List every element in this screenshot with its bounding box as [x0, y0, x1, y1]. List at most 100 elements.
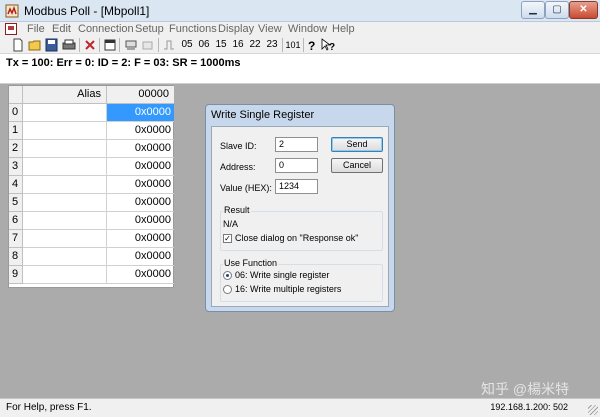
function-06-label: 06: Write single register — [235, 270, 330, 280]
minimize-button[interactable]: ▁ — [521, 1, 545, 19]
slave-id-field[interactable]: 2 — [275, 137, 318, 152]
value-cell[interactable]: 0x0000 — [107, 158, 174, 176]
menu-view[interactable]: View — [258, 23, 282, 35]
alias-cell[interactable] — [23, 266, 107, 284]
table-row: 8 0x0000 — [9, 248, 174, 266]
toolbar: 05 06 15 16 22 23 101 ? ? — [0, 37, 600, 54]
address-label: Address: — [220, 162, 256, 172]
alias-cell[interactable] — [23, 122, 107, 140]
function-15-button[interactable]: 15 — [214, 38, 228, 52]
table-row: 5 0x0000 — [9, 194, 174, 212]
result-group-title: Result — [223, 205, 251, 215]
window-icon[interactable] — [104, 38, 116, 52]
table-row: 0 0x0000 — [9, 104, 174, 122]
menu-bar: File Edit Connection Setup Functions Dis… — [0, 22, 600, 37]
row-number: 8 — [9, 248, 23, 266]
send-button[interactable]: Send — [331, 137, 383, 152]
close-icon: ✕ — [579, 4, 588, 15]
close-dialog-checkbox[interactable]: ✓ — [223, 234, 232, 243]
row-number: 2 — [9, 140, 23, 158]
save-icon[interactable] — [45, 38, 58, 52]
menu-display[interactable]: Display — [218, 23, 254, 35]
alias-cell[interactable] — [23, 104, 107, 122]
svg-text:?: ? — [329, 42, 335, 52]
register-table: Alias 00000 0 0x0000 1 0x0000 2 0x0000 3… — [8, 85, 174, 288]
modbus-poll-app-icon — [5, 4, 19, 18]
context-help-icon[interactable]: ? — [321, 38, 335, 52]
value-cell[interactable]: 0x0000 — [107, 266, 174, 284]
value-cell[interactable]: 0x0000 — [107, 140, 174, 158]
poll-status-text: Tx = 100: Err = 0: ID = 2: F = 03: SR = … — [6, 57, 241, 69]
checkmark-icon: ✓ — [224, 234, 231, 243]
alias-cell[interactable] — [23, 140, 107, 158]
new-document-icon[interactable] — [12, 38, 24, 52]
function-16-radio[interactable] — [223, 285, 232, 294]
function-23-button[interactable]: 23 — [265, 38, 279, 52]
menu-help[interactable]: Help — [332, 23, 355, 35]
help-icon[interactable]: ? — [307, 38, 317, 52]
menu-edit[interactable]: Edit — [52, 23, 71, 35]
value-cell[interactable]: 0x0000 — [107, 176, 174, 194]
watermark: 知乎 @楊米特 — [481, 381, 570, 397]
function-16-label: 16: Write multiple registers — [235, 284, 342, 294]
value-cell[interactable]: 0x0000 — [107, 194, 174, 212]
row-number: 9 — [9, 266, 23, 284]
use-function-group-title: Use Function — [223, 258, 279, 268]
table-row: 7 0x0000 — [9, 230, 174, 248]
menu-functions[interactable]: Functions — [169, 23, 217, 35]
function-05-button[interactable]: 05 — [180, 38, 194, 52]
menu-window[interactable]: Window — [288, 23, 327, 35]
value-cell[interactable]: 0x0000 — [107, 104, 174, 122]
table-row: 3 0x0000 — [9, 158, 174, 176]
value-cell[interactable]: 0x0000 — [107, 248, 174, 266]
value-cell[interactable]: 0x0000 — [107, 230, 174, 248]
minimize-icon: ▁ — [529, 4, 537, 15]
close-window-button[interactable]: ✕ — [569, 1, 598, 19]
result-group — [220, 211, 383, 251]
function-06-button[interactable]: 06 — [197, 38, 211, 52]
window-title: Modbus Poll - [Mbpoll1] — [24, 4, 150, 18]
alias-cell[interactable] — [23, 158, 107, 176]
open-folder-icon[interactable] — [28, 38, 42, 52]
document-system-menu-icon[interactable] — [5, 23, 17, 35]
menu-setup[interactable]: Setup — [135, 23, 164, 35]
function-22-button[interactable]: 22 — [248, 38, 262, 52]
title-bar: Modbus Poll - [Mbpoll1] ▁ ▢ ✕ — [0, 0, 600, 22]
maximize-button[interactable]: ▢ — [545, 1, 569, 19]
table-row: 9 0x0000 — [9, 266, 174, 284]
table-row: 2 0x0000 — [9, 140, 174, 158]
value-cell[interactable]: 0x0000 — [107, 122, 174, 140]
menu-connection[interactable]: Connection — [78, 23, 134, 35]
pulse-icon[interactable] — [163, 38, 175, 52]
resize-grip-icon[interactable] — [588, 405, 598, 415]
cancel-button[interactable]: Cancel — [331, 158, 383, 173]
value-hex-field[interactable]: 1234 — [275, 179, 318, 194]
function-06-radio[interactable] — [223, 271, 232, 280]
function-16-button[interactable]: 16 — [231, 38, 245, 52]
dialog-body: Slave ID: 2 Send Address: 0 Cancel Value… — [211, 126, 389, 307]
value-cell[interactable]: 0x0000 — [107, 212, 174, 230]
alias-cell[interactable] — [23, 212, 107, 230]
alias-column-header: Alias — [23, 86, 107, 104]
menu-file[interactable]: File — [27, 23, 45, 35]
row-number: 7 — [9, 230, 23, 248]
print-disabled-icon[interactable] — [141, 38, 154, 52]
status-bar: For Help, press F1. 192.168.1.200: 502 — [0, 398, 600, 417]
alias-cell[interactable] — [23, 194, 107, 212]
value-hex-label: Value (HEX): — [220, 183, 272, 193]
table-row: 6 0x0000 — [9, 212, 174, 230]
close-dialog-label: Close dialog on "Response ok" — [235, 233, 359, 243]
function-101-button[interactable]: 101 — [285, 38, 301, 52]
result-text: N/A — [223, 219, 239, 229]
print-icon[interactable] — [62, 38, 76, 52]
connection-address-text: 192.168.1.200: 502 — [490, 402, 568, 412]
help-hint-text: For Help, press F1. — [6, 402, 92, 413]
row-number: 3 — [9, 158, 23, 176]
row-number: 0 — [9, 104, 23, 122]
address-field[interactable]: 0 — [275, 158, 318, 173]
disconnect-icon[interactable] — [84, 38, 96, 52]
alias-cell[interactable] — [23, 176, 107, 194]
alias-cell[interactable] — [23, 230, 107, 248]
communication-traffic-icon[interactable] — [124, 38, 138, 52]
alias-cell[interactable] — [23, 248, 107, 266]
